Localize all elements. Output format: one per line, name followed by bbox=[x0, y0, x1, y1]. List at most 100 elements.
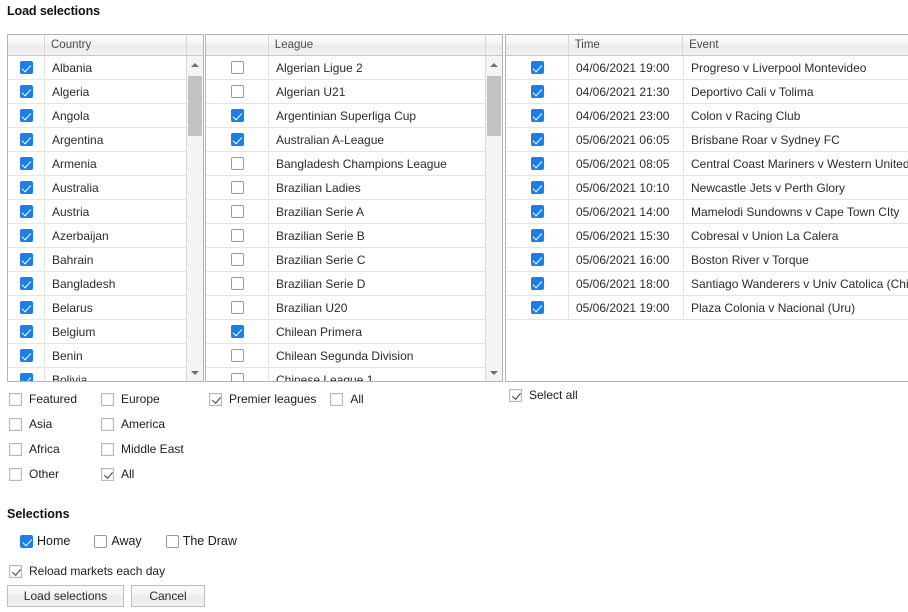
league-checkbox-box[interactable] bbox=[230, 349, 244, 362]
country-row-checkbox[interactable] bbox=[8, 320, 45, 343]
league-checkbox-box[interactable] bbox=[230, 277, 244, 290]
filter-item-2-box[interactable] bbox=[101, 442, 114, 456]
league-row-checkbox[interactable] bbox=[206, 200, 269, 223]
country-scrollbar[interactable] bbox=[186, 56, 203, 381]
league-row-checkbox[interactable] bbox=[206, 104, 269, 127]
league-checkbox-box[interactable] bbox=[230, 205, 244, 218]
table-row[interactable]: Angola bbox=[8, 104, 203, 128]
table-row[interactable]: Chilean Segunda Division bbox=[206, 344, 502, 368]
country-checkbox-box[interactable] bbox=[19, 157, 33, 170]
reload-markets-checkbox-box[interactable] bbox=[9, 564, 22, 578]
selection-option-1-box[interactable] bbox=[94, 534, 108, 548]
country-checkbox-box[interactable] bbox=[19, 349, 33, 362]
country-row-checkbox[interactable] bbox=[8, 80, 45, 103]
league-filter-item-1[interactable]: All bbox=[330, 390, 364, 408]
event-checkbox-box[interactable] bbox=[530, 277, 544, 290]
scroll-down-icon[interactable] bbox=[486, 364, 502, 381]
selection-option-the-draw[interactable]: The Draw bbox=[165, 534, 237, 548]
table-row[interactable]: Brazilian U20 bbox=[206, 296, 502, 320]
table-row[interactable]: 05/06/2021 18:00 Santiago Wanderers v Uni… bbox=[506, 272, 908, 296]
league-checkbox-box[interactable] bbox=[230, 181, 244, 194]
table-row[interactable]: Algerian Ligue 2 bbox=[206, 56, 502, 80]
event-time-column-header[interactable]: Time bbox=[569, 35, 684, 55]
table-row[interactable]: 04/06/2021 23:00 Colon v Racing Club bbox=[506, 104, 908, 128]
table-row[interactable]: Albania bbox=[8, 56, 203, 80]
league-row-checkbox[interactable] bbox=[206, 296, 269, 319]
event-checkbox-box[interactable] bbox=[530, 157, 544, 170]
country-row-checkbox[interactable] bbox=[8, 224, 45, 247]
event-row-checkbox[interactable] bbox=[506, 176, 569, 199]
scroll-down-icon[interactable] bbox=[187, 364, 203, 381]
event-row-checkbox[interactable] bbox=[506, 296, 569, 319]
filter-item-3-box[interactable] bbox=[101, 467, 114, 481]
event-row-checkbox[interactable] bbox=[506, 200, 569, 223]
table-row[interactable]: Chinese League 1 bbox=[206, 368, 502, 381]
event-row-checkbox[interactable] bbox=[506, 56, 569, 79]
event-checkbox-box[interactable] bbox=[530, 205, 544, 218]
event-checkbox-box[interactable] bbox=[530, 85, 544, 98]
table-row[interactable]: Australian A-League bbox=[206, 128, 502, 152]
league-checkbox-box[interactable] bbox=[230, 61, 244, 74]
country-row-checkbox[interactable] bbox=[8, 368, 45, 381]
event-checkbox-box[interactable] bbox=[530, 229, 544, 242]
table-row[interactable]: Argentinian Superliga Cup bbox=[206, 104, 502, 128]
table-row[interactable]: Chilean Primera bbox=[206, 320, 502, 344]
country-scroll-thumb[interactable] bbox=[188, 76, 202, 136]
table-row[interactable]: Austria bbox=[8, 200, 203, 224]
select-all-checkbox[interactable]: Select all bbox=[509, 388, 578, 402]
event-row-checkbox[interactable] bbox=[506, 272, 569, 295]
table-row[interactable]: 05/06/2021 15:30 Cobresal v Union La Cale… bbox=[506, 224, 908, 248]
table-row[interactable]: 05/06/2021 19:00 Plaza Colonia v Nacional… bbox=[506, 296, 908, 320]
country-checkbox-box[interactable] bbox=[19, 181, 33, 194]
filter-item-1[interactable]: America bbox=[101, 415, 184, 433]
country-row-checkbox[interactable] bbox=[8, 104, 45, 127]
country-checkbox-box[interactable] bbox=[19, 61, 33, 74]
event-checkbox-box[interactable] bbox=[530, 133, 544, 146]
league-checkbox-box[interactable] bbox=[230, 133, 244, 146]
table-row[interactable]: 05/06/2021 14:00 Mamelodi Sundowns v Cape… bbox=[506, 200, 908, 224]
league-checkbox-box[interactable] bbox=[230, 373, 244, 381]
country-checkbox-box[interactable] bbox=[19, 109, 33, 122]
table-row[interactable]: 04/06/2021 19:00 Progreso v Liverpool Mon… bbox=[506, 56, 908, 80]
table-row[interactable]: Bahrain bbox=[8, 248, 203, 272]
event-name-column-header[interactable]: Event bbox=[683, 35, 908, 55]
filter-item-2[interactable]: Africa bbox=[9, 440, 77, 458]
table-row[interactable]: 05/06/2021 06:05 Brisbane Roar v Sydney F… bbox=[506, 128, 908, 152]
country-name-column-header[interactable]: Country bbox=[45, 35, 187, 55]
table-row[interactable]: Brazilian Serie A bbox=[206, 200, 502, 224]
league-row-checkbox[interactable] bbox=[206, 128, 269, 151]
table-row[interactable]: 04/06/2021 21:30 Deportivo Cali v Tolima bbox=[506, 80, 908, 104]
league-checkbox-box[interactable] bbox=[230, 301, 244, 314]
table-row[interactable]: Azerbaijan bbox=[8, 224, 203, 248]
country-checkbox-box[interactable] bbox=[19, 253, 33, 266]
event-checkbox-box[interactable] bbox=[530, 109, 544, 122]
table-row[interactable]: Armenia bbox=[8, 152, 203, 176]
league-scroll-thumb[interactable] bbox=[487, 76, 501, 136]
country-row-checkbox[interactable] bbox=[8, 128, 45, 151]
filter-item-2[interactable]: Middle East bbox=[101, 440, 184, 458]
selection-option-away[interactable]: Away bbox=[94, 534, 142, 548]
country-checkbox-box[interactable] bbox=[19, 301, 33, 314]
table-row[interactable]: Brazilian Serie C bbox=[206, 248, 502, 272]
event-row-checkbox[interactable] bbox=[506, 80, 569, 103]
country-row-checkbox[interactable] bbox=[8, 248, 45, 271]
league-row-checkbox[interactable] bbox=[206, 320, 269, 343]
league-checkbox-box[interactable] bbox=[230, 325, 244, 338]
league-checkbox-box[interactable] bbox=[230, 229, 244, 242]
table-row[interactable]: 05/06/2021 16:00 Boston River v Torque bbox=[506, 248, 908, 272]
filter-item-1-box[interactable] bbox=[101, 417, 114, 431]
table-row[interactable]: Belarus bbox=[8, 296, 203, 320]
table-row[interactable]: Bolivia bbox=[8, 368, 203, 381]
country-check-column-header[interactable] bbox=[8, 35, 45, 55]
scroll-up-icon[interactable] bbox=[486, 56, 502, 73]
event-checkbox-box[interactable] bbox=[530, 301, 544, 314]
table-row[interactable]: Brazilian Serie D bbox=[206, 272, 502, 296]
table-row[interactable]: 05/06/2021 10:10 Newcastle Jets v Perth G… bbox=[506, 176, 908, 200]
country-checkbox-box[interactable] bbox=[19, 133, 33, 146]
filter-item-3-box[interactable] bbox=[9, 467, 22, 481]
league-filter-item-0[interactable]: Premier leagues bbox=[209, 390, 316, 408]
reload-markets-checkbox[interactable]: Reload markets each day bbox=[9, 564, 165, 578]
filter-item-0[interactable]: Europe bbox=[101, 390, 184, 408]
league-filter-item-0-box[interactable] bbox=[209, 392, 222, 406]
league-checkbox-box[interactable] bbox=[230, 253, 244, 266]
